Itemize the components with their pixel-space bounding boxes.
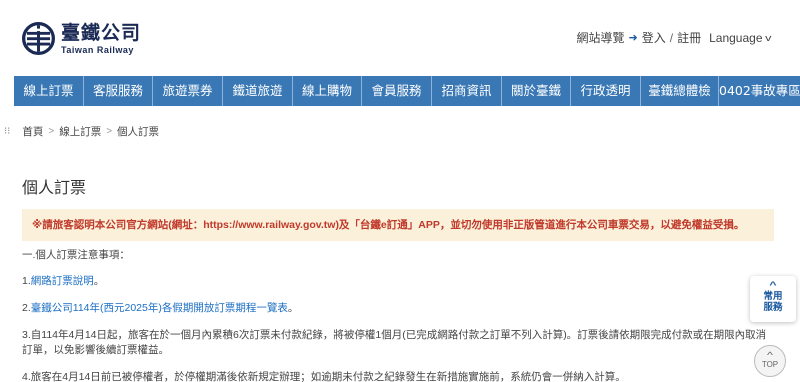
logo-english-name: Taiwan Railway [61,44,134,55]
booking-guide-link[interactable]: 網路訂票說明 [31,275,94,287]
item-number: 2. [22,302,31,314]
breadcrumb-online-booking[interactable]: 線上訂票 [59,124,101,139]
nav-item-about[interactable]: 關於臺鐵 [502,76,571,106]
site-logo[interactable]: 臺鐵公司 Taiwan Railway [22,22,141,55]
register-link[interactable]: 註冊 [677,29,701,46]
common-services-button[interactable]: ^ 常用 服務 [750,276,796,322]
list-item: 1.網路訂票說明。 [22,274,774,289]
nav-item-overall-check[interactable]: 臺鐵總體檢 [641,76,719,106]
section-heading: 一.個人訂票注意事項： [22,249,130,261]
main-nav: 線上訂票 客服服務 旅遊票券 鐵道旅遊 線上購物 會員服務 招商資訊 關於臺鐵 … [14,76,800,106]
list-item: 4.旅客在4月14日前已被停權者，於停權期滿後依新規定辦理；如逾期未付款之紀錄發… [22,371,626,382]
back-to-top-button[interactable]: ^ TOP [754,345,786,377]
page-title: 個人訂票 [22,178,87,197]
service-label-line2: 服務 [763,302,783,313]
separator: / [669,30,674,45]
chevron-up-icon: ^ [767,350,773,360]
sitemap-link[interactable]: 網站導覽 [577,29,625,46]
list-item: 3.自114年4月14日起，旅客在於一個月內累積6次訂票未付款紀錄，將被停權1個… [22,329,767,356]
breadcrumb-arrow-icon: > [48,126,55,137]
top-links: 網站導覽 ➜ 登入 / 註冊 Language v [577,29,771,46]
breadcrumb-home[interactable]: 首頁 [22,124,43,139]
content-area: 一.個人訂票注意事項： 1.網路訂票說明。 2.臺鐵公司114年(西元2025年… [22,247,774,382]
site-header: 臺鐵公司 Taiwan Railway 網站導覽 ➜ 登入 / 註冊 Langu… [0,0,800,76]
breadcrumb-arrow-icon: > [106,126,113,137]
nav-item-online-booking[interactable]: 線上訂票 [14,76,84,106]
logo-chinese-name: 臺鐵公司 [61,21,142,44]
language-selector[interactable]: Language [709,31,762,45]
nav-item-travel-tickets[interactable]: 旅遊票券 [153,76,223,106]
official-site-notice: ※請旅客認明本公司官方網站(網址：https://www.railway.gov… [22,209,774,241]
nav-item-transparency[interactable]: 行政透明 [571,76,641,106]
nav-item-business-info[interactable]: 招商資訊 [432,76,502,106]
top-label: TOP [761,360,779,369]
breadcrumb: ⁝⁝ 首頁 > 線上訂票 > 個人訂票 [4,124,159,139]
service-label-line1: 常用 [763,291,783,302]
login-link[interactable]: 登入 [642,29,666,46]
nav-item-online-shopping[interactable]: 線上購物 [293,76,362,106]
chevron-up-icon: ^ [769,280,777,290]
nav-item-customer-service[interactable]: 客服服務 [84,76,153,106]
item-end: 。 [287,302,299,314]
login-arrow-icon: ➜ [628,32,638,44]
nav-item-member-service[interactable]: 會員服務 [362,76,432,106]
breadcrumb-dots-icon: ⁝⁝ [4,126,11,137]
chevron-down-icon: v [764,32,771,43]
holiday-schedule-link[interactable]: 臺鐵公司114年(西元2025年)各假期開放訂票期程一覽表 [31,302,288,314]
nav-item-0402-accident[interactable]: 0402事故專區 [719,76,800,106]
taiwan-railway-logo-icon [22,22,55,55]
list-item: 2.臺鐵公司114年(西元2025年)各假期開放訂票期程一覽表。 [22,301,774,316]
item-number: 1. [22,275,31,287]
item-end: 。 [93,275,105,287]
nav-item-rail-tourism[interactable]: 鐵道旅遊 [223,76,293,106]
breadcrumb-current: 個人訂票 [117,126,160,138]
